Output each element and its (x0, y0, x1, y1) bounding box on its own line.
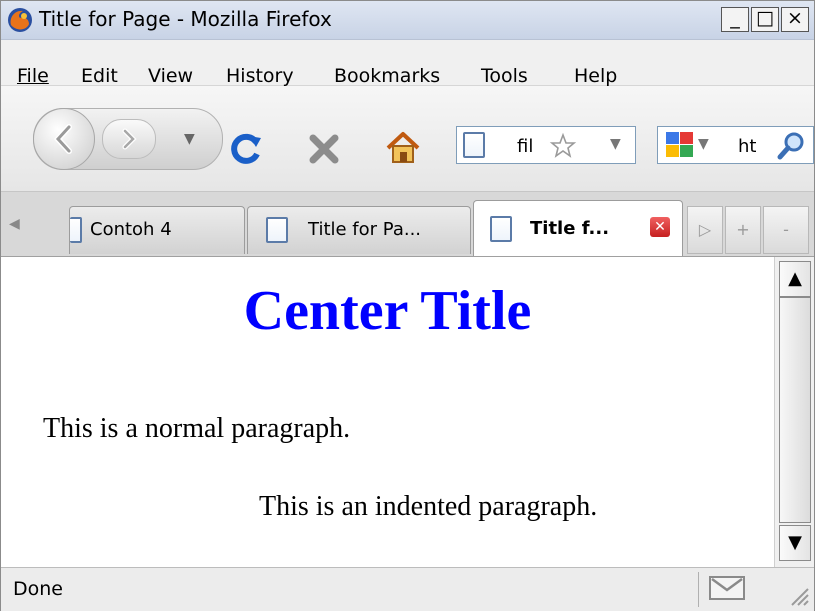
tab-close-icon[interactable]: ✕ (650, 217, 670, 237)
reload-icon[interactable] (229, 132, 263, 166)
status-bar: Done (1, 567, 814, 611)
history-dropdown-icon[interactable]: ▼ (184, 131, 195, 147)
vertical-scrollbar[interactable]: ▲ ▼ (774, 257, 814, 567)
firefox-icon (8, 8, 32, 32)
search-input[interactable]: ht (738, 136, 756, 157)
minimize-button[interactable]: _ (721, 7, 749, 32)
search-bar[interactable]: ▼ ht (657, 126, 814, 164)
back-icon (53, 124, 72, 154)
browser-window: Title for Page - Mozilla Firefox _ □ × F… (0, 0, 815, 611)
title-bar: Title for Page - Mozilla Firefox _ □ × (1, 1, 814, 40)
stop-icon[interactable] (307, 132, 341, 166)
normal-paragraph: This is a normal paragraph. (43, 413, 351, 444)
home-icon[interactable] (384, 130, 422, 166)
page-icon (463, 132, 485, 158)
tab-label: Title f... (530, 218, 610, 239)
tab-contoh-4[interactable]: Contoh 4 (69, 206, 245, 254)
page-content: Center Title This is a normal paragraph.… (1, 257, 774, 567)
indented-paragraph: This is an indented paragraph. (259, 491, 598, 522)
tab-label: Title for Pa... (308, 219, 422, 240)
tab-active[interactable]: Title f... ✕ (473, 200, 683, 256)
resize-grip-icon[interactable] (786, 583, 810, 607)
back-forward-group: ▼ (33, 108, 223, 170)
page-heading: Center Title (243, 280, 532, 342)
scroll-down-icon[interactable]: ▼ (779, 525, 811, 561)
menu-bar: File Edit View History Bookmarks Tools H… (1, 40, 814, 87)
status-divider (698, 572, 699, 607)
search-icon[interactable] (776, 131, 806, 161)
menu-history[interactable]: History (226, 65, 294, 87)
tab-list-icon[interactable]: - (763, 206, 809, 254)
menu-file-label: File (17, 65, 49, 87)
mail-icon[interactable] (708, 574, 746, 602)
page-icon (490, 216, 512, 242)
new-tab-icon[interactable]: + (725, 206, 761, 254)
maximize-button[interactable]: □ (751, 7, 779, 32)
page-icon (70, 217, 82, 243)
url-dropdown-icon[interactable]: ▼ (610, 136, 621, 152)
google-icon[interactable] (665, 131, 695, 159)
tab-label: Contoh 4 (90, 219, 172, 240)
tab-title-for-page[interactable]: Title for Pa... (247, 206, 471, 254)
window-title: Title for Page - Mozilla Firefox (39, 7, 332, 31)
tab-scroll-right-icon[interactable]: ▷ (687, 206, 723, 254)
menu-help[interactable]: Help (574, 65, 617, 87)
close-window-button[interactable]: × (781, 7, 809, 32)
back-button[interactable] (33, 108, 95, 170)
scroll-thumb[interactable] (779, 297, 811, 523)
scroll-up-icon[interactable]: ▲ (779, 261, 811, 297)
status-text: Done (13, 578, 63, 600)
tab-bar: ◀ Contoh 4 Title for Pa... Title f... ✕ … (1, 192, 814, 257)
search-engine-dropdown-icon[interactable]: ▼ (698, 136, 709, 152)
menu-view[interactable]: View (148, 65, 193, 87)
forward-icon (122, 128, 137, 150)
tab-scroll-left-icon[interactable]: ◀ (9, 216, 20, 232)
menu-edit[interactable]: Edit (81, 65, 118, 87)
url-bar[interactable]: fil ▼ (456, 126, 636, 164)
menu-tools[interactable]: Tools (481, 65, 528, 87)
page-icon (266, 217, 288, 243)
menu-file[interactable]: File (17, 65, 49, 87)
bookmark-star-icon[interactable] (549, 132, 577, 160)
navigation-toolbar: ▼ fil ▼ ▼ ht (1, 86, 814, 192)
forward-button[interactable] (102, 119, 156, 159)
url-input[interactable]: fil (517, 136, 533, 157)
menu-bookmarks[interactable]: Bookmarks (334, 65, 440, 87)
